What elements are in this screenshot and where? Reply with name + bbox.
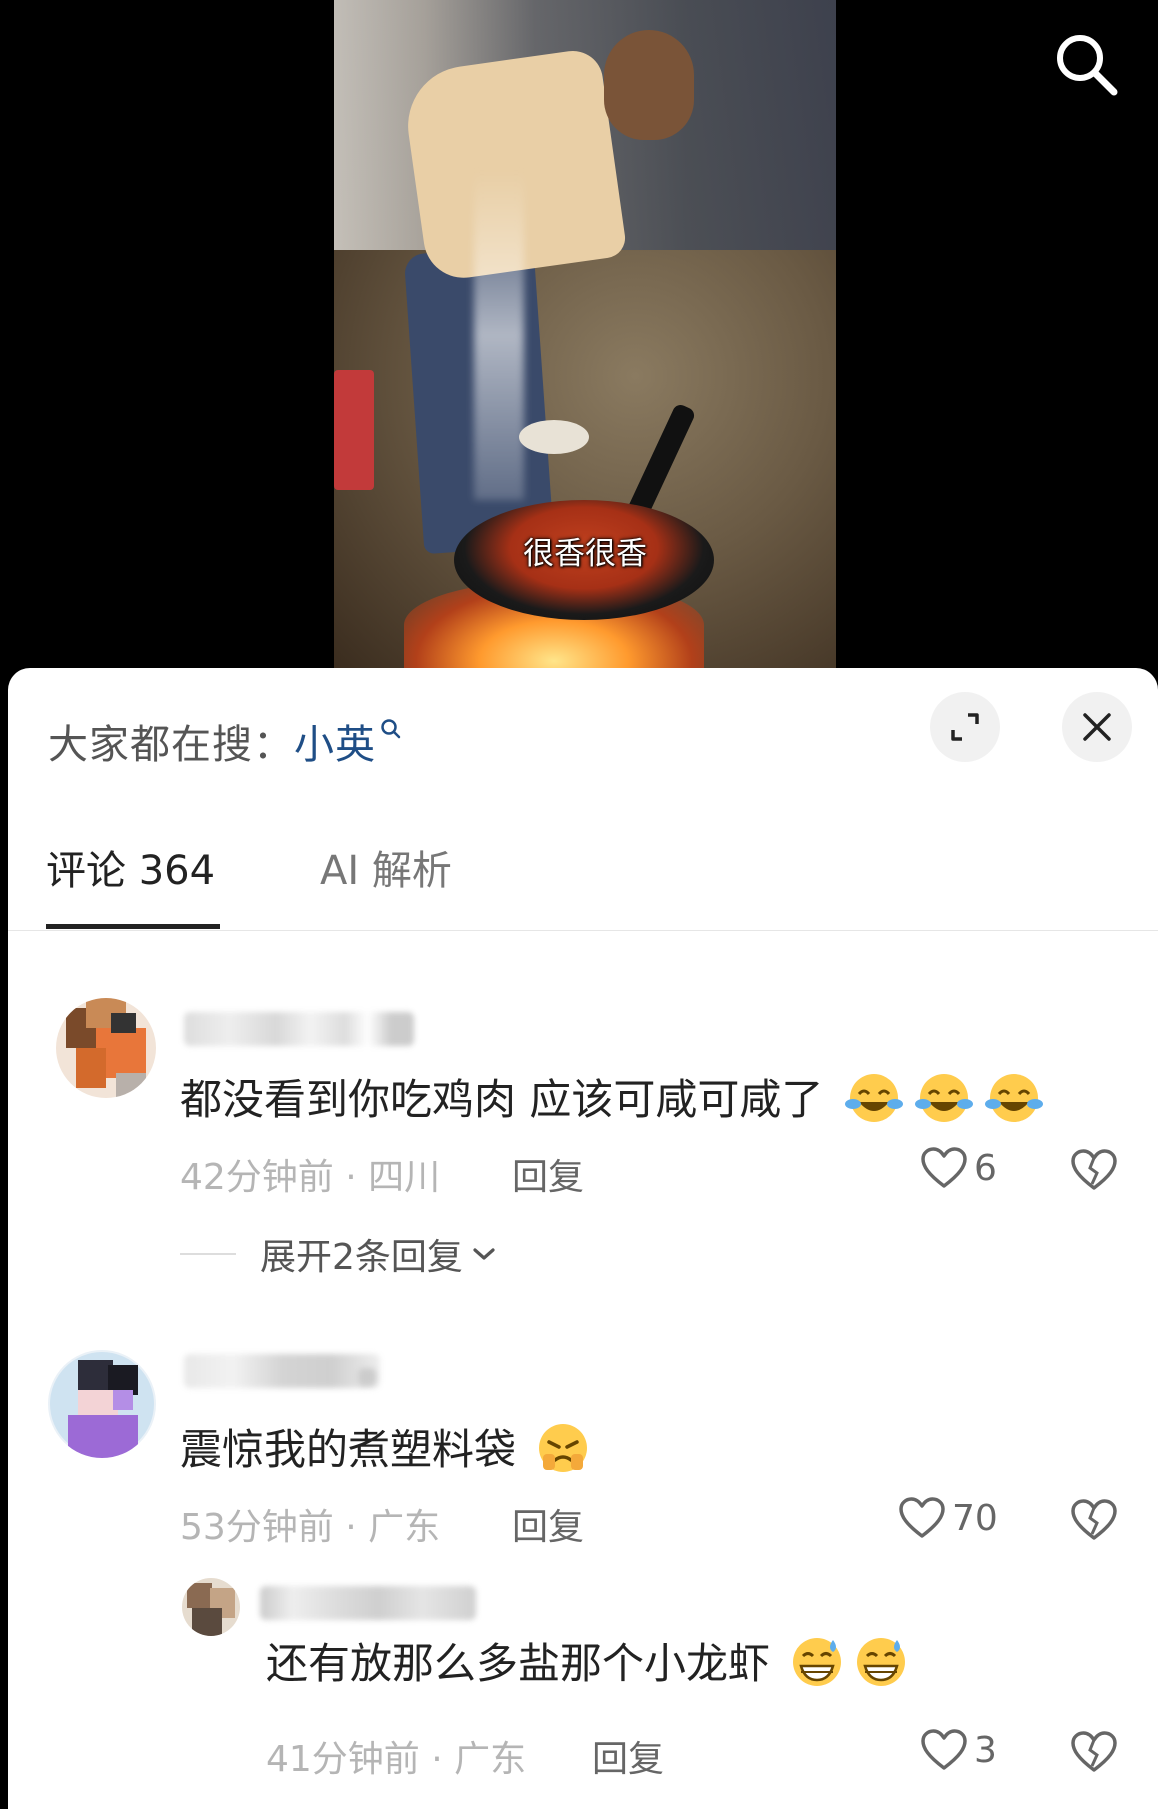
expand-divider-line	[180, 1253, 236, 1255]
laughing-tears-icon	[981, 1070, 1047, 1136]
avatar-image	[56, 998, 156, 1098]
comment-text-content: 都没看到你吃鸡肉 应该可咸可咸了	[180, 1075, 824, 1124]
comment-panel: 大家都在搜：小英 评论 364 AI 解析 都没看到你吃鸡肉 应该可咸可咸了 4…	[8, 668, 1158, 1809]
like-button[interactable]: 70	[898, 1496, 998, 1540]
like-count: 70	[952, 1497, 998, 1539]
video-salt-stream	[474, 170, 524, 500]
video-person-head	[604, 30, 694, 140]
avatar[interactable]	[48, 1350, 156, 1458]
tab-ai-analysis[interactable]: AI 解析	[320, 838, 452, 896]
expand-button[interactable]	[930, 692, 1000, 762]
expand-icon	[951, 713, 979, 741]
grinning-sweat-icon	[851, 1634, 911, 1700]
heart-icon	[921, 1147, 967, 1188]
comment-time: 41分钟前	[266, 1739, 420, 1780]
username-redacted[interactable]	[260, 1586, 476, 1620]
like-button[interactable]: 3	[920, 1728, 997, 1772]
comment-meta: 53分钟前 · 广东	[180, 1507, 441, 1548]
comment-meta: 42分钟前 · 四川	[180, 1157, 441, 1198]
comment-location: 广东	[368, 1507, 441, 1548]
heart-icon	[921, 1729, 967, 1770]
dislike-button[interactable]	[1070, 1498, 1118, 1546]
like-count: 3	[974, 1729, 997, 1771]
tab-comments[interactable]: 评论 364	[46, 838, 215, 896]
broken-heart-icon	[1071, 1149, 1117, 1190]
pouting-face-icon	[533, 1420, 593, 1486]
video-player[interactable]: 很香很香	[0, 0, 1158, 680]
tabs-divider	[8, 930, 1158, 931]
username-redacted[interactable]	[184, 1354, 380, 1388]
dislike-button[interactable]	[1070, 1148, 1118, 1196]
reply-button[interactable]: 回复	[592, 1730, 664, 1782]
comment-time: 53分钟前	[180, 1507, 334, 1548]
comment-text: 还有放那么多盐那个小龙虾	[266, 1630, 911, 1700]
comment-text: 都没看到你吃鸡肉 应该可咸可咸了	[180, 1066, 1047, 1136]
comment-text: 震惊我的煮塑料袋	[180, 1416, 593, 1486]
avatar-image	[48, 1350, 156, 1458]
video-caption: 很香很香	[523, 536, 647, 572]
expand-replies-label: 展开2条回复	[260, 1237, 463, 1278]
video-bowl	[519, 420, 589, 454]
reply-button[interactable]: 回复	[512, 1148, 584, 1200]
like-count: 6	[974, 1147, 997, 1189]
laughing-tears-icon	[911, 1070, 977, 1136]
comment-text-content: 震惊我的煮塑料袋	[180, 1425, 517, 1474]
avatar[interactable]	[56, 998, 156, 1098]
trending-search-term[interactable]: 小英	[294, 722, 376, 768]
active-tab-indicator	[46, 924, 220, 929]
comment-location: 广东	[454, 1739, 527, 1780]
comment-time: 42分钟前	[180, 1157, 334, 1198]
chevron-down-icon	[473, 1248, 495, 1260]
expand-replies-button[interactable]: 展开2条回复	[180, 1228, 497, 1280]
broken-heart-icon	[1071, 1499, 1117, 1540]
close-icon	[1083, 713, 1111, 741]
broken-heart-icon	[1071, 1731, 1117, 1772]
username-redacted-suffix	[358, 1368, 376, 1386]
search-icon	[1057, 35, 1118, 96]
search-small-icon	[380, 708, 402, 754]
username-redacted[interactable]	[184, 1012, 414, 1046]
trending-search-prefix: 大家都在搜：	[48, 722, 294, 768]
close-button[interactable]	[1062, 692, 1132, 762]
comment-text-content: 还有放那么多盐那个小龙虾	[266, 1639, 771, 1688]
heart-icon	[899, 1497, 945, 1538]
avatar-image	[182, 1578, 240, 1636]
reply-button[interactable]: 回复	[512, 1498, 584, 1550]
comment-meta: 41分钟前 · 广东	[266, 1739, 527, 1780]
avatar[interactable]	[182, 1578, 240, 1636]
trending-search[interactable]: 大家都在搜：小英	[48, 712, 402, 770]
video-frame[interactable]: 很香很香	[334, 0, 836, 668]
video-stool	[334, 370, 374, 490]
laughing-tears-icon	[841, 1070, 907, 1136]
grinning-sweat-icon	[787, 1634, 847, 1700]
comment-tabs: 评论 364 AI 解析	[46, 838, 1146, 918]
comment-location: 四川	[368, 1157, 441, 1198]
search-button[interactable]	[1050, 28, 1122, 100]
dislike-button[interactable]	[1070, 1730, 1118, 1778]
like-button[interactable]: 6	[920, 1146, 997, 1190]
